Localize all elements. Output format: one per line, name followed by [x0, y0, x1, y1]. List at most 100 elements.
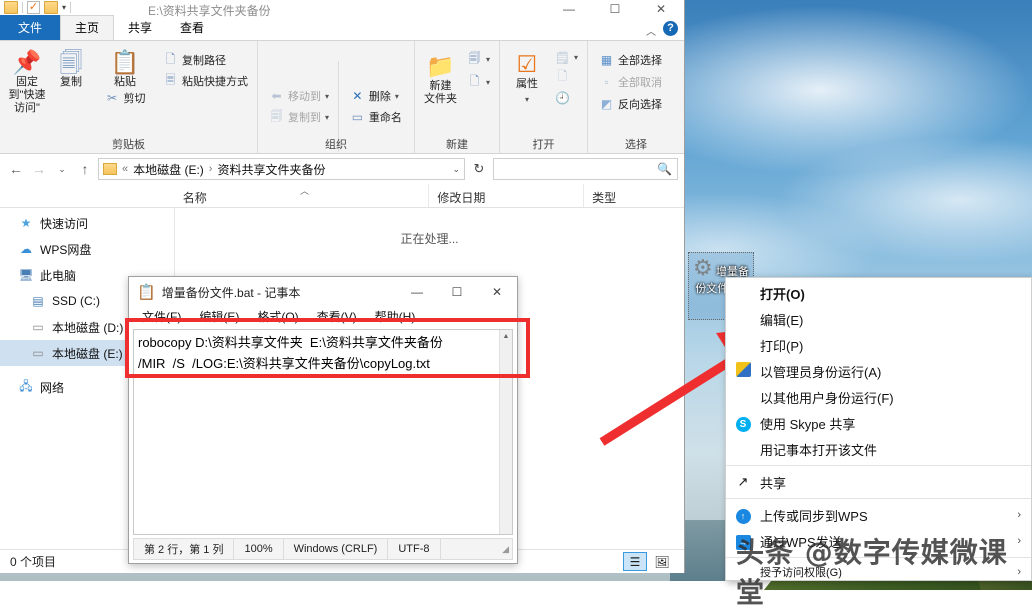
sidebar-item-wps-cloud[interactable]: ☁ WPS网盘 — [0, 236, 174, 262]
chevron-down-icon[interactable]: ▾ — [486, 78, 490, 87]
ctx-item-share[interactable]: ↗ 共享 — [726, 469, 1031, 495]
invert-selection-button[interactable]: ◩ 反向选择 — [596, 95, 665, 113]
chevron-down-icon[interactable]: ▾ — [325, 92, 329, 101]
resize-grip-icon[interactable]: ◢ — [502, 544, 512, 555]
paste-shortcut-button[interactable]: 🗏 粘贴快捷方式 — [160, 72, 251, 90]
new-item-button[interactable]: 🗐 ▾ — [464, 51, 493, 68]
notepad-minimize-button[interactable]: — — [397, 277, 437, 307]
ctx-item-grant-access[interactable]: 授予访问权限(G) › — [726, 561, 1031, 580]
up-button[interactable]: ↑ — [75, 159, 95, 179]
window-controls[interactable]: — ☐ ✕ — [546, 0, 684, 18]
ctx-item-open[interactable]: 打开(O) — [726, 280, 1031, 306]
menu-separator — [726, 498, 1031, 499]
view-toggle-group[interactable]: ☰ 🖼 — [623, 552, 680, 571]
address-input[interactable]: « 本地磁盘 (E:) › 资料共享文件夹备份 ⌄ — [98, 158, 465, 180]
move-to-button[interactable]: ⬅ 移动到 ▾ — [266, 87, 332, 105]
tab-home[interactable]: 主页 — [60, 15, 115, 40]
new-folder-icon[interactable] — [44, 1, 58, 14]
ctx-item-send-via-wps[interactable]: → 通过WPS发送 › — [726, 528, 1031, 554]
paste-shortcut-icon: 🗏 — [165, 72, 176, 87]
sort-indicator-icon: ︿ — [300, 186, 310, 196]
select-none-button[interactable]: ▫ 全部取消 — [596, 73, 665, 91]
back-button[interactable]: ← — [6, 159, 26, 179]
rename-icon: ▭ — [351, 110, 364, 124]
recent-locations-button[interactable]: ⌄ — [52, 159, 72, 179]
notepad-window-controls[interactable]: — ☐ ✕ — [397, 277, 517, 307]
copy-to-label: 复制到 — [288, 112, 321, 124]
ctx-item-run-as-administrator[interactable]: 以管理员身份运行(A) — [726, 358, 1031, 384]
menu-file[interactable]: 文件(F) — [133, 307, 190, 326]
rename-button[interactable]: ▭ 重命名 — [347, 108, 408, 126]
menu-format[interactable]: 格式(O) — [248, 307, 307, 326]
sidebar-label: 快速访问 — [40, 216, 89, 231]
easy-access-button[interactable]: 🗋 ▾ — [464, 74, 493, 91]
select-all-button[interactable]: ▦ 全部选择 — [596, 51, 665, 69]
cut-button[interactable]: ✂ 剪切 — [94, 89, 156, 107]
forward-button[interactable]: → — [29, 159, 49, 179]
tab-share[interactable]: 共享 — [114, 16, 166, 40]
column-header-date[interactable]: 修改日期 — [429, 184, 585, 207]
search-box[interactable]: 🔍 — [493, 158, 678, 180]
chevron-down-icon[interactable]: ▾ — [574, 53, 578, 62]
edit-button[interactable]: 🗋 — [552, 69, 581, 86]
close-button[interactable]: ✕ — [638, 0, 684, 18]
chevron-down-icon[interactable]: ▾ — [395, 92, 399, 101]
ctx-item-upload-sync-wps[interactable]: ↑ 上传或同步到WPS › — [726, 502, 1031, 528]
tab-file[interactable]: 文件 — [0, 15, 61, 40]
minimize-button[interactable]: — — [546, 0, 592, 18]
open-with-button[interactable]: 🗒 ▾ — [552, 49, 581, 66]
folder-icon[interactable] — [4, 1, 18, 14]
copy-path-icon: 🗋 — [165, 51, 176, 66]
ctx-item-open-with-notepad[interactable]: 用记事本打开该文件 — [726, 436, 1031, 462]
notepad-close-button[interactable]: ✕ — [477, 277, 517, 307]
quick-access-toolbar[interactable]: ✓ ▾ — [4, 1, 72, 14]
properties-check-icon[interactable]: ✓ — [27, 1, 40, 14]
ctx-item-print[interactable]: 打印(P) — [726, 332, 1031, 358]
select-none-icon: ▫ — [604, 75, 609, 89]
copy-path-button[interactable]: 🗋 复制路径 — [160, 51, 251, 69]
drive-icon: ▭ — [32, 346, 44, 360]
divider — [70, 2, 72, 13]
drive-icon: ▭ — [32, 320, 44, 334]
details-view-icon[interactable]: ☰ — [623, 552, 647, 571]
sidebar-label: 本地磁盘 (D:) — [52, 320, 124, 335]
sidebar-item-quick-access[interactable]: ★ 快速访问 — [0, 210, 174, 236]
paste-button[interactable]: 📋 粘贴 — [94, 45, 156, 89]
ribbon-group-organize: ⬅ 移动到 ▾ 🗐 复制到 ▾ ✕ 删除 ▾ ▭ 重命名 组织 — [258, 41, 415, 154]
menu-edit[interactable]: 编辑(E) — [190, 307, 248, 326]
breadcrumb-drive[interactable]: 本地磁盘 (E:) — [133, 161, 204, 178]
chevron-down-icon[interactable]: ▾ — [486, 55, 490, 64]
scroll-up-icon[interactable]: ▲ — [500, 330, 512, 343]
chevron-down-icon[interactable]: ▾ — [525, 95, 529, 104]
notepad-titlebar: 📋 增量备份文件.bat - 记事本 — ☐ ✕ — [129, 277, 517, 307]
menu-help[interactable]: 帮助(H) — [366, 307, 425, 326]
history-button[interactable]: 🕘 — [552, 89, 581, 106]
address-dropdown-icon[interactable]: ⌄ — [452, 164, 460, 175]
breadcrumb-folder[interactable]: 资料共享文件夹备份 — [217, 161, 325, 178]
cloud-icon: ☁ — [20, 242, 32, 256]
help-icon[interactable]: ? — [663, 21, 678, 36]
collapse-ribbon-icon[interactable]: ︿ — [646, 23, 656, 38]
paste-shortcut-label: 粘贴快捷方式 — [182, 76, 248, 88]
encoding: UTF-8 — [388, 538, 441, 560]
notepad-line-2: /MIR /S /LOG:E:\资料共享文件夹备份\copyLog.txt — [138, 356, 430, 371]
thumbnail-view-icon[interactable]: 🖼 — [650, 552, 674, 571]
delete-button[interactable]: ✕ 删除 ▾ — [347, 87, 408, 105]
notepad-scrollbar[interactable]: ▲ — [499, 330, 512, 534]
ctx-item-share-with-skype[interactable]: S 使用 Skype 共享 — [726, 410, 1031, 436]
notepad-status-bar: 第 2 行，第 1 列 100% Windows (CRLF) UTF-8 ◢ — [133, 538, 513, 560]
maximize-button[interactable]: ☐ — [592, 0, 638, 18]
notepad-menubar[interactable]: 文件(F) 编辑(E) 格式(O) 查看(V) 帮助(H) — [129, 307, 517, 326]
notepad-maximize-button[interactable]: ☐ — [437, 277, 477, 307]
column-header-type[interactable]: 类型 — [584, 184, 684, 207]
notepad-icon: 📋 — [137, 284, 156, 301]
refresh-button[interactable]: ↻ — [468, 158, 490, 180]
ctx-item-edit[interactable]: 编辑(E) — [726, 306, 1031, 332]
tab-view[interactable]: 查看 — [166, 16, 218, 40]
chevron-down-icon[interactable]: ▾ — [62, 3, 66, 12]
notepad-text-area[interactable]: robocopy D:\资料共享文件夹 E:\资料共享文件夹备份 /MIR /S… — [133, 329, 513, 535]
ctx-item-run-as-other-user[interactable]: 以其他用户身份运行(F) — [726, 384, 1031, 410]
chevron-down-icon[interactable]: ▾ — [325, 113, 329, 122]
copy-to-button[interactable]: 🗐 复制到 ▾ — [266, 108, 332, 126]
menu-view[interactable]: 查看(V) — [308, 307, 366, 326]
